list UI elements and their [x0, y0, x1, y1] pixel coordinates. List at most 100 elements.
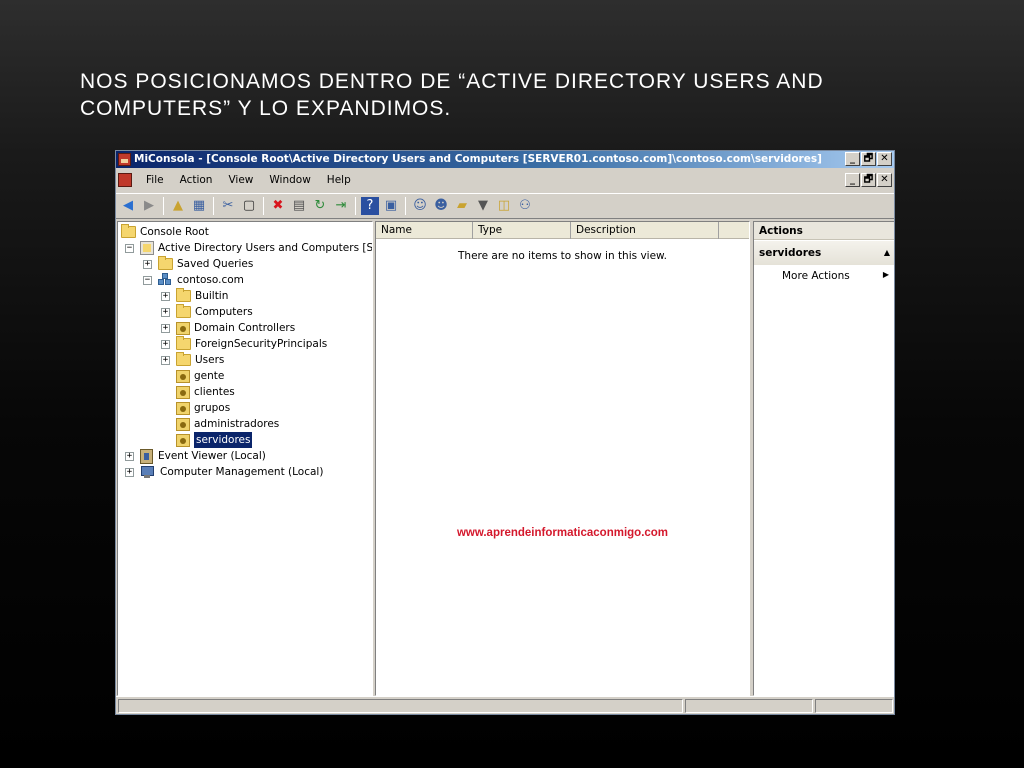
- folder-icon: [176, 336, 191, 350]
- console-system-menu-icon[interactable]: [118, 173, 132, 187]
- find-icon[interactable]: ◫: [495, 197, 513, 215]
- tree-item-label: ForeignSecurityPrincipals: [195, 338, 328, 350]
- tree-item-active-directory[interactable]: − Active Directory Users and Computers […: [125, 240, 373, 256]
- actions-header: Actions: [754, 222, 894, 240]
- column-header-name[interactable]: Name: [376, 222, 473, 239]
- show-hide-action-pane-icon[interactable]: ▣: [382, 197, 400, 215]
- window-title: MiConsola - [Console Root\Active Directo…: [134, 153, 822, 165]
- forward-arrow-icon[interactable]: ▶: [140, 197, 158, 215]
- organizational-unit-icon: [176, 417, 190, 431]
- organizational-unit-icon: [176, 401, 190, 415]
- folder-icon: [176, 352, 191, 366]
- expand-icon[interactable]: +: [161, 355, 170, 365]
- tree-item-computers[interactable]: + Computers: [161, 304, 253, 320]
- tree-item-clientes[interactable]: clientes: [161, 384, 235, 400]
- domain-icon: [158, 273, 173, 287]
- expand-icon[interactable]: +: [143, 259, 152, 269]
- add-to-group-icon[interactable]: ⚇: [516, 197, 534, 215]
- menu-help[interactable]: Help: [319, 169, 359, 192]
- column-header-type[interactable]: Type: [473, 222, 571, 239]
- child-restore-button[interactable]: 🗗: [861, 173, 876, 187]
- refresh-icon[interactable]: ↻: [311, 197, 329, 215]
- cut-icon[interactable]: ✂: [219, 197, 237, 215]
- mmc-app-icon: [118, 153, 131, 166]
- expand-icon[interactable]: +: [125, 451, 134, 461]
- event-viewer-icon: [140, 448, 153, 464]
- watermark-url: www.aprendeinformaticaconmigo.com: [456, 527, 669, 539]
- menu-file[interactable]: File: [138, 169, 172, 192]
- menu-view[interactable]: View: [220, 169, 261, 192]
- menu-action[interactable]: Action: [172, 169, 221, 192]
- tree-item-saved-queries[interactable]: + Saved Queries: [143, 256, 253, 272]
- tree-item-foreign-security-principals[interactable]: + ForeignSecurityPrincipals: [161, 336, 327, 352]
- tree-item-label: Event Viewer (Local): [158, 450, 266, 462]
- back-arrow-icon[interactable]: ◀: [119, 197, 137, 215]
- menu-window[interactable]: Window: [261, 169, 318, 192]
- up-folder-icon[interactable]: ▲: [169, 197, 187, 215]
- filter-icon[interactable]: ▼: [474, 197, 492, 215]
- more-actions-item[interactable]: More Actions: [782, 270, 850, 282]
- tree-item-label: Active Directory Users and Computers [SE…: [158, 242, 373, 254]
- toolbar-separator: [405, 197, 406, 215]
- new-group-icon[interactable]: ☻: [432, 197, 450, 215]
- collapse-section-icon[interactable]: ▲: [884, 241, 890, 265]
- tree-item-grupos[interactable]: grupos: [161, 400, 230, 416]
- expand-icon[interactable]: +: [161, 339, 170, 349]
- window-titlebar[interactable]: MiConsola - [Console Root\Active Directo…: [116, 151, 894, 168]
- organizational-unit-icon: [176, 385, 190, 399]
- folder-icon: [176, 304, 191, 318]
- slide-title: NOS POSICIONAMOS DENTRO DE “ACTIVE DIREC…: [80, 68, 940, 122]
- restore-button[interactable]: 🗗: [861, 152, 876, 166]
- folder-icon: [121, 224, 136, 238]
- active-directory-icon: [140, 241, 154, 255]
- new-ou-icon[interactable]: ▰: [453, 197, 471, 215]
- tree-item-label: contoso.com: [177, 274, 244, 286]
- tree-item-gente[interactable]: gente: [161, 368, 224, 384]
- minimize-button[interactable]: _: [845, 152, 860, 166]
- tree-item-users[interactable]: + Users: [161, 352, 224, 368]
- properties-icon[interactable]: ▤: [290, 197, 308, 215]
- tree-item-label: Users: [195, 354, 225, 366]
- actions-pane: Actions servidores ▲ More Actions ▶: [753, 221, 894, 696]
- tree-item-computer-management[interactable]: + Computer Management (Local): [125, 464, 323, 480]
- copy-icon[interactable]: ▢: [240, 197, 258, 215]
- tree-item-administradores[interactable]: administradores: [161, 416, 279, 432]
- submenu-arrow-icon[interactable]: ▶: [883, 270, 889, 279]
- tree-item-label: gente: [194, 370, 225, 382]
- column-header-description[interactable]: Description: [571, 222, 719, 239]
- tree-item-builtin[interactable]: + Builtin: [161, 288, 228, 304]
- export-list-icon[interactable]: ⇥: [332, 197, 350, 215]
- tree-item-label: Computers: [195, 306, 253, 318]
- tree-item-domain-controllers[interactable]: + Domain Controllers: [161, 320, 295, 336]
- results-list-pane[interactable]: Name Type Description There are no items…: [375, 221, 750, 696]
- console-tree-pane[interactable]: Console Root − Active Directory Users an…: [117, 221, 373, 696]
- list-column-headers: Name Type Description: [376, 222, 749, 239]
- actions-section-servidores[interactable]: servidores ▲: [754, 241, 894, 265]
- tree-item-servidores[interactable]: servidores: [161, 432, 253, 448]
- collapse-icon[interactable]: −: [143, 275, 152, 285]
- tree-item-event-viewer[interactable]: + Event Viewer (Local): [125, 448, 266, 464]
- show-hide-tree-icon[interactable]: ▦: [190, 197, 208, 215]
- tree-item-console-root[interactable]: Console Root: [121, 224, 209, 240]
- collapse-icon[interactable]: −: [125, 243, 134, 253]
- help-icon[interactable]: ?: [361, 197, 379, 215]
- tree-item-label: Builtin: [195, 290, 229, 302]
- organizational-unit-icon: [176, 321, 190, 335]
- delete-icon[interactable]: ✖: [269, 197, 287, 215]
- mmc-window: MiConsola - [Console Root\Active Directo…: [115, 150, 895, 715]
- expand-icon[interactable]: +: [125, 467, 134, 477]
- tree-item-label-selected: servidores: [194, 432, 253, 448]
- expand-icon[interactable]: +: [161, 291, 170, 301]
- expand-icon[interactable]: +: [161, 307, 170, 317]
- child-minimize-button[interactable]: _: [845, 173, 860, 187]
- close-button[interactable]: ✕: [877, 152, 892, 166]
- folder-icon: [158, 256, 173, 270]
- tree-item-contoso-com[interactable]: − contoso.com: [143, 272, 244, 288]
- child-close-button[interactable]: ✕: [877, 173, 892, 187]
- expand-icon[interactable]: +: [161, 323, 170, 333]
- new-user-icon[interactable]: ☺: [411, 197, 429, 215]
- tree-item-label: Domain Controllers: [194, 322, 296, 334]
- tree-item-label: clientes: [194, 386, 235, 398]
- toolbar-separator: [163, 197, 164, 215]
- organizational-unit-icon: [176, 369, 190, 383]
